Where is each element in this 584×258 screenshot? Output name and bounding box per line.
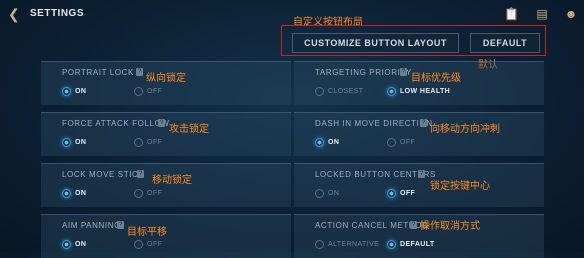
radio-icon (134, 189, 143, 198)
setting-action-cancel-method: ACTION CANCEL METHOD ? 操作取消方式 ALTERNATIV… (294, 214, 544, 258)
radio-icon (315, 189, 324, 198)
annotation-force-attack: 攻击锁定 (169, 124, 209, 135)
page-title: SETTINGS (30, 8, 85, 19)
option-off[interactable]: OFF (134, 240, 162, 249)
setting-label: TARGETING PRIORITY (315, 68, 412, 77)
annotation-portrait-lock: 纵向锁定 (146, 73, 186, 84)
radio-icon (387, 138, 396, 147)
annotation-dash-direction: 向移动方向冲刺 (430, 124, 500, 135)
radio-icon (62, 138, 71, 147)
option-on[interactable]: ON (62, 87, 86, 96)
setting-label: DASH IN MOVE DIRECTION (315, 119, 433, 128)
radio-icon (387, 189, 396, 198)
people-icon[interactable]: ☻ (564, 7, 578, 21)
setting-label: PORTRAIT LOCK (62, 68, 134, 77)
help-icon[interactable]: ? (400, 68, 407, 76)
help-icon[interactable]: ? (410, 221, 417, 229)
radio-icon (62, 87, 71, 96)
help-icon[interactable]: ? (420, 119, 427, 127)
setting-aim-panning: AIM PANNING ? 目标平移 ON OFF (41, 214, 291, 258)
help-icon[interactable]: ? (117, 221, 124, 229)
option-default[interactable]: DEFAULT (387, 240, 435, 249)
help-icon[interactable]: ? (137, 170, 144, 178)
annotation-action-cancel: 操作取消方式 (420, 221, 480, 232)
radio-icon (134, 240, 143, 249)
option-off[interactable]: OFF (387, 138, 415, 147)
setting-portrait-lock: PORTRAIT LOCK ? 纵向锁定 ON OFF (41, 61, 291, 105)
setting-targeting-priority: TARGETING PRIORITY ? 目标优先级 CLOSEST LOW H… (294, 61, 544, 105)
help-icon[interactable]: ? (418, 170, 425, 178)
annotation-aim-panning: 目标平移 (127, 227, 167, 238)
radio-icon (315, 87, 324, 96)
option-on[interactable]: ON (62, 189, 86, 198)
radio-icon (315, 240, 324, 249)
setting-force-attack-follow: FORCE ATTACK FOLLOW ? 攻击锁定 ON OFF (41, 112, 291, 156)
option-off[interactable]: OFF (134, 189, 162, 198)
default-button[interactable]: DEFAULT (470, 33, 540, 53)
option-off[interactable]: OFF (387, 189, 415, 198)
setting-label: FORCE ATTACK FOLLOW (62, 119, 170, 128)
back-arrow-icon[interactable]: ❮ (8, 7, 22, 21)
help-icon[interactable]: ? (136, 68, 143, 76)
radio-icon (387, 240, 396, 249)
option-off[interactable]: OFF (134, 87, 162, 96)
radio-icon (134, 138, 143, 147)
setting-dash-in-move-direction: DASH IN MOVE DIRECTION ? 向移动方向冲刺 ON OFF (294, 112, 544, 156)
annotation-targeting-priority: 目标优先级 (411, 73, 461, 84)
option-off[interactable]: OFF (134, 138, 162, 147)
radio-icon (62, 189, 71, 198)
radio-icon (134, 87, 143, 96)
setting-locked-button-centers: LOCKED BUTTON CENTERS ? 锁定按键中心 ON OFF (294, 163, 544, 207)
option-on[interactable]: ON (62, 138, 86, 147)
radio-icon (315, 138, 324, 147)
option-on[interactable]: ON (315, 189, 339, 198)
help-icon[interactable]: ? (158, 119, 165, 127)
radio-icon (387, 87, 396, 96)
option-alternative[interactable]: ALTERNATIVE (315, 240, 379, 249)
annotation-locked-centers: 锁定按键中心 (430, 181, 490, 192)
clipboard-icon[interactable]: 📋 (504, 7, 519, 21)
setting-label: AIM PANNING (62, 221, 121, 230)
customize-button-layout-button[interactable]: CUSTOMIZE BUTTON LAYOUT (292, 33, 459, 53)
option-low-health[interactable]: LOW HEALTH (387, 87, 450, 96)
option-on[interactable]: ON (62, 240, 86, 249)
option-closest[interactable]: CLOSEST (315, 87, 363, 96)
radio-icon (62, 240, 71, 249)
setting-lock-move-stick: LOCK MOVE STICK ? 移动锁定 ON OFF (41, 163, 291, 207)
annotation-lock-move-stick: 移动锁定 (152, 175, 192, 186)
chat-icon[interactable]: ▤ (535, 7, 549, 21)
option-on[interactable]: ON (315, 138, 339, 147)
setting-label: LOCK MOVE STICK (62, 170, 145, 179)
